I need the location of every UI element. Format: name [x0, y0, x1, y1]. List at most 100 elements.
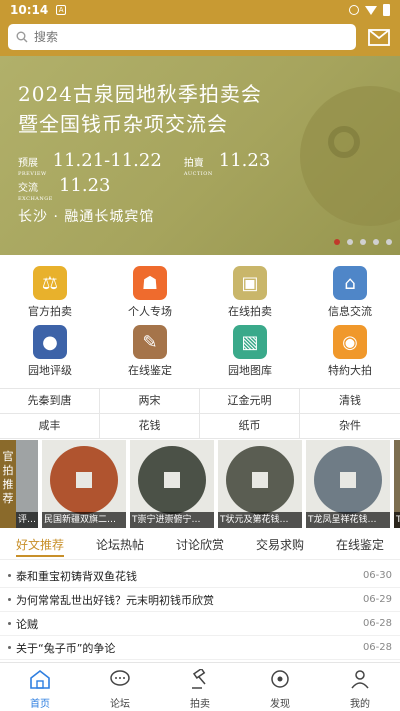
coin-image — [138, 446, 206, 514]
nav-label: 发现 — [270, 699, 290, 710]
grid-item-2[interactable]: ☗ 个人专场 — [100, 262, 200, 321]
status-time: 10:14 — [10, 3, 49, 17]
article-title: 泰和重宝初铸背双鱼花钱 — [16, 569, 137, 583]
category-item[interactable]: 花钱 — [100, 414, 200, 438]
grid-item-8[interactable]: ◉ 特約大拍 — [300, 321, 400, 380]
nav-item-4[interactable]: 发现 — [240, 663, 320, 711]
promo-banner[interactable]: 2024古泉园地秋季拍卖会 暨全国钱币杂项交流会 预展 PREVIEW 11.21… — [0, 56, 400, 255]
recommend-card[interactable]: 民国新疆双旗二… — [42, 440, 126, 528]
tab-label: 交易求购 — [255, 538, 304, 552]
tab-label: 论坛热帖 — [95, 538, 144, 552]
recommend-card[interactable]: T龙凤呈祥花钱… — [306, 440, 390, 528]
coin-decoration-small — [328, 126, 360, 158]
auction-date: 11.23 — [218, 150, 271, 171]
coin-image — [50, 446, 118, 514]
category-item[interactable]: 先秦到唐 — [0, 389, 100, 413]
auction-icon — [189, 667, 211, 693]
carousel-dot[interactable] — [334, 239, 340, 245]
personal-auction-icon: ☗ — [133, 266, 167, 300]
category-item[interactable]: 杂件 — [300, 414, 400, 438]
recommend-card[interactable]: T崇宁进崇俯宁… — [130, 440, 214, 528]
carousel-dot[interactable] — [360, 239, 366, 245]
grid-item-label: 信息交流 — [328, 305, 372, 318]
nav-item-2[interactable]: 论坛 — [80, 663, 160, 711]
banner-title: 2024古泉园地秋季拍卖会 — [18, 82, 262, 106]
carousel-dot[interactable] — [373, 239, 379, 245]
article-date: 06-28 — [362, 618, 392, 629]
bullet-icon — [8, 574, 11, 577]
coin-hole — [252, 472, 268, 488]
nav-item-5[interactable]: 我的 — [320, 663, 400, 711]
recommend-card[interactable]: 评… — [16, 440, 38, 528]
recommend-card[interactable]: T — [394, 440, 400, 528]
tab-5[interactable]: 在线鉴定 — [320, 532, 400, 559]
category-item[interactable]: 清钱 — [300, 389, 400, 413]
discover-icon — [269, 669, 291, 693]
nav-label: 论坛 — [110, 699, 130, 710]
grid-item-label: 特約大拍 — [328, 364, 372, 377]
category-item[interactable]: 辽金元明 — [200, 389, 300, 413]
grid-item-5[interactable]: ● 园地评级 — [0, 321, 100, 380]
grid-item-4[interactable]: ⌂ 信息交流 — [300, 262, 400, 321]
mail-icon — [368, 28, 390, 46]
article-item[interactable]: 为何常常乱世出好钱？元末明初钱币欣赏 06-29 — [0, 588, 400, 612]
nav-item-3[interactable]: 拍卖 — [160, 663, 240, 711]
status-bar: 10:14 A — [0, 0, 400, 20]
search-box[interactable] — [8, 24, 356, 50]
recommend-track[interactable]: 评… 民国新疆双旗二… T崇宁进崇俯宁… T状元及第花钱… T龙凤呈祥花钱… T — [16, 440, 400, 528]
carousel-dot[interactable] — [347, 239, 353, 245]
battery-icon — [383, 4, 390, 16]
carousel-dot[interactable] — [386, 239, 392, 245]
message-button[interactable] — [366, 24, 392, 50]
grid-item-7[interactable]: ▧ 园地图库 — [200, 321, 300, 380]
coin-hole — [340, 472, 356, 488]
banner-venue: 长沙 · 融通长城宾馆 — [18, 209, 155, 225]
recommend-caption: 评… — [16, 512, 38, 528]
coin-hole — [76, 472, 92, 488]
recommend-caption: T状元及第花钱… — [218, 512, 302, 528]
gavel-icon: ⚖ — [33, 266, 67, 300]
tab-4[interactable]: 交易求购 — [240, 532, 320, 559]
chat-icon — [109, 669, 131, 693]
tab-3[interactable]: 讨论欣赏 — [160, 532, 240, 559]
grid-item-1[interactable]: ⚖ 官方拍卖 — [0, 262, 100, 321]
article-title: 论贼 — [16, 617, 38, 631]
tab-label: 好文推荐 — [15, 538, 64, 557]
article-title: 为何常常乱世出好钱？元末明初钱币欣赏 — [16, 593, 214, 607]
bullet-icon — [8, 598, 11, 601]
recommend-tag[interactable]: 官拍推荐 — [0, 440, 16, 528]
stamp-icon: ✎ — [133, 325, 167, 359]
tab-label: 讨论欣赏 — [175, 538, 224, 552]
do-not-disturb-icon — [349, 5, 359, 15]
exchange-label: 交流 — [18, 183, 38, 194]
tab-2[interactable]: 论坛热帖 — [80, 532, 160, 559]
carousel-indicator[interactable] — [334, 239, 392, 245]
grid-item-6[interactable]: ✎ 在线鉴定 — [100, 321, 200, 380]
exchange-date: 11.23 — [58, 175, 111, 196]
category-row: 先秦到唐 两宋 辽金元明 清钱 — [0, 389, 400, 414]
nav-item-1[interactable]: 首页 — [0, 663, 80, 711]
article-tabs: 好文推荐 论坛热帖 讨论欣赏 交易求购 在线鉴定 — [0, 532, 400, 560]
nav-label: 拍卖 — [190, 699, 210, 710]
recommend-card[interactable]: T状元及第花钱… — [218, 440, 302, 528]
recommend-caption: T崇宁进崇俯宁… — [130, 512, 214, 528]
grid-item-label: 在线拍卖 — [228, 305, 272, 318]
auction-label: 拍賣 — [183, 158, 204, 169]
article-item[interactable]: 论贼 06-28 — [0, 612, 400, 636]
grid-item-label: 官方拍卖 — [28, 305, 72, 318]
article-title: 关于“兔子币”的争论 — [16, 641, 116, 655]
search-icon — [16, 31, 28, 43]
tab-label: 在线鉴定 — [335, 538, 384, 552]
coin-image — [226, 446, 294, 514]
category-item[interactable]: 咸丰 — [0, 414, 100, 438]
search-input[interactable] — [34, 30, 314, 44]
article-item[interactable]: 关于“兔子币”的争论 06-28 — [0, 636, 400, 660]
article-list: 泰和重宝初铸背双鱼花钱 06-30 为何常常乱世出好钱？元末明初钱币欣赏 06-29 论… — [0, 564, 400, 660]
category-item[interactable]: 纸币 — [200, 414, 300, 438]
tab-1[interactable]: 好文推荐 — [0, 532, 80, 559]
search-row — [8, 24, 392, 50]
article-item[interactable]: 泰和重宝初铸背双鱼花钱 06-30 — [0, 564, 400, 588]
category-item[interactable]: 两宋 — [100, 389, 200, 413]
recommend-caption: T — [394, 512, 400, 528]
grid-item-3[interactable]: ▣ 在线拍卖 — [200, 262, 300, 321]
